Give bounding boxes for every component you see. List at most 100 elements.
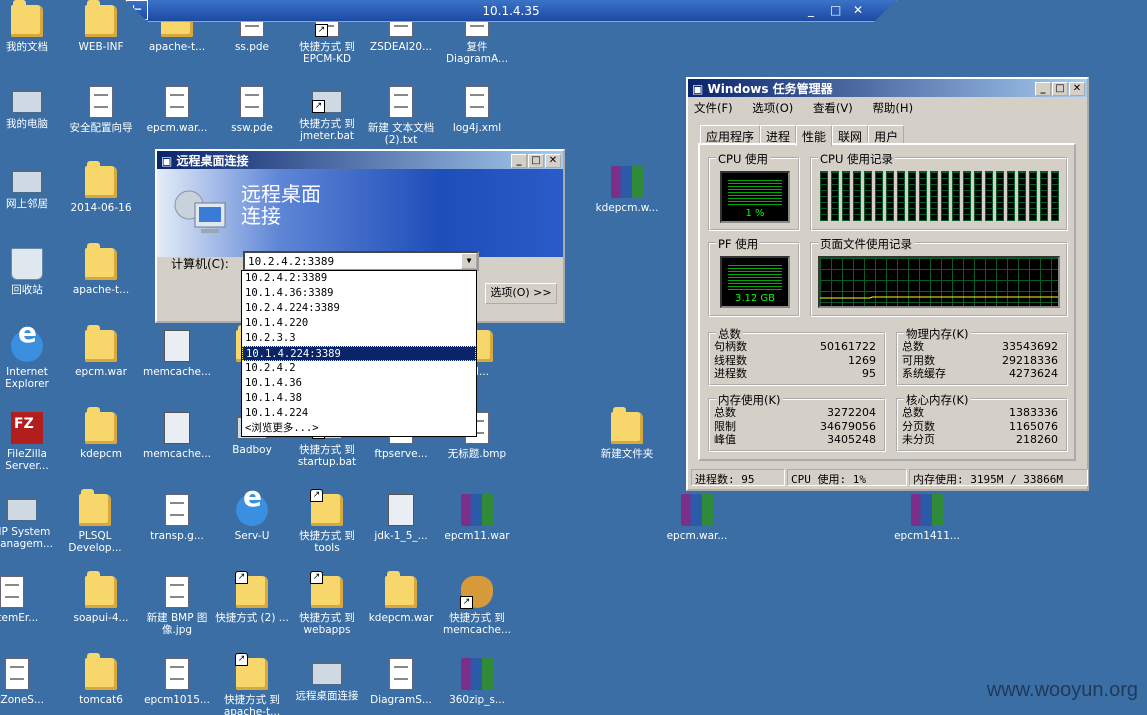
desktop-icon[interactable]: WEB-INF — [64, 0, 138, 53]
tab-networking[interactable]: 联网 — [832, 125, 869, 144]
desktop-icon[interactable]: 360zip_s... — [440, 658, 514, 706]
restore-button[interactable]: □ — [830, 3, 841, 17]
desktop-icon[interactable]: epcm1015... — [140, 658, 214, 706]
desktop-icon[interactable]: apache-t... — [64, 243, 138, 296]
desktop-icon[interactable]: HP System Managem... — [0, 494, 59, 550]
xml-icon — [465, 86, 489, 118]
desktop-icon-label: 快捷方式 到 apache-t... — [223, 694, 281, 715]
tab-applications[interactable]: 应用程序 — [700, 125, 761, 144]
desktop-icon[interactable]: soapui-4... — [64, 571, 138, 624]
desktop-icon[interactable]: ssw.pde — [215, 86, 289, 134]
desktop-icon[interactable]: 新建文件夹 — [590, 407, 664, 460]
dropdown-option[interactable]: 10.1.4.36 — [242, 376, 476, 391]
dropdown-option[interactable]: 10.2.3.3 — [242, 331, 476, 346]
desktop-icon[interactable]: Serv-U — [215, 491, 289, 542]
desktop-icon[interactable]: jdk-1_5_... — [364, 494, 438, 542]
desktop-icon[interactable]: tomcat6 — [64, 653, 138, 706]
desktop-icon[interactable]: 快捷方式 到 jmeter.bat — [290, 86, 364, 142]
desktop-icon[interactable]: epcm.war... — [140, 86, 214, 134]
close-button[interactable]: ✕ — [1069, 82, 1085, 96]
banner-line-1: 远程桌面 — [241, 182, 321, 206]
desktop-icon[interactable]: ystemEr... — [0, 576, 49, 624]
desktop-icon[interactable]: 快捷方式 到 apache-t... — [215, 653, 289, 715]
cpu-usage-label: CPU 使用 — [716, 151, 771, 167]
desktop-icon[interactable]: kdepcm.w... — [590, 166, 664, 214]
desktop-icon[interactable]: 安全配置向导 — [64, 86, 138, 134]
desktop-icon[interactable]: 快捷方式 到 webapps — [290, 571, 364, 636]
dropdown-option[interactable]: 10.2.4.2 — [242, 361, 476, 376]
cpu-history-bar — [897, 171, 905, 221]
desktop-icon-label: log4j.xml — [452, 122, 502, 134]
war-icon — [165, 658, 189, 690]
filezilla-icon — [11, 412, 43, 444]
computer-dropdown-list[interactable]: 10.2.4.2:3389 10.1.4.36:3389 10.2.4.224:33… — [241, 270, 477, 437]
folder-icon — [385, 571, 417, 608]
minimize-button[interactable]: _ — [511, 154, 527, 168]
desktop-icon[interactable]: 快捷方式 到 memcache... — [440, 576, 514, 636]
dropdown-option[interactable]: 10.1.4.220 — [242, 316, 476, 331]
kernel-memory-stats: 总数 1383336 分页数 1165076 未分页 218260 — [902, 406, 1062, 447]
desktop-icon[interactable]: otZoneS... — [0, 658, 54, 706]
desktop-icon[interactable]: epcm11.war — [440, 494, 514, 542]
rdp-title-bar[interactable]: ▣ 远程桌面连接 _ □ ✕ — [157, 151, 563, 169]
dropdown-option[interactable]: 10.1.4.224 — [242, 406, 476, 421]
chevron-down-icon[interactable]: ▼ — [461, 253, 477, 269]
desktop-icon[interactable]: 网上邻居 — [0, 166, 64, 210]
desktop-icon-label: Internet Explorer — [5, 366, 49, 390]
desktop-icon-label: Badboy — [232, 444, 272, 456]
desktop-icon[interactable]: 快捷方式 到 tools — [290, 489, 364, 554]
desktop-icon[interactable]: 新建 BMP 图像.jpg — [140, 576, 214, 636]
tab-performance[interactable]: 性能 — [796, 125, 833, 146]
servu-icon — [236, 491, 268, 526]
menu-options[interactable]: 选项(O) — [752, 101, 793, 115]
desktop-icon[interactable]: PLSQL Develop... — [58, 489, 132, 554]
maximize-button[interactable]: □ — [528, 154, 544, 168]
menu-file[interactable]: 文件(F) — [694, 101, 733, 115]
desktop-icon[interactable]: 我的电脑 — [0, 86, 64, 130]
desktop-icon[interactable]: transp.g... — [140, 494, 214, 542]
desktop-icon[interactable]: kdepcm.war — [364, 571, 438, 624]
dropdown-option[interactable]: 10.1.4.38 — [242, 391, 476, 406]
maximize-button[interactable]: □ — [1052, 82, 1068, 96]
dropdown-option[interactable]: 10.1.4.224:3389 — [242, 346, 476, 361]
desktop-icon[interactable]: DiagramS... — [364, 658, 438, 706]
desktop-icon[interactable]: 回收站 — [0, 248, 64, 296]
tab-users[interactable]: 用户 — [868, 125, 905, 144]
minimize-button[interactable]: _ — [1035, 82, 1051, 96]
desktop-icon[interactable]: 快捷方式 (2) ... — [215, 571, 289, 624]
desktop-icon[interactable]: 新建 文本文档 (2).txt — [364, 86, 438, 146]
desktop-icon[interactable]: 我的文档 — [0, 0, 64, 53]
options-button[interactable]: 选项(O) >> — [485, 283, 557, 304]
stat-row: 总数 3272204 — [714, 406, 880, 420]
cpu-history-bar — [842, 171, 850, 221]
menu-help[interactable]: 帮助(H) — [872, 101, 913, 115]
desktop-icon[interactable]: 2014-06-16 — [64, 161, 138, 214]
computer-combobox[interactable]: 10.2.4.2:3389 ▼ — [243, 251, 479, 271]
close-button[interactable]: ✕ — [853, 3, 863, 17]
menu-view[interactable]: 查看(V) — [813, 101, 853, 115]
folder-icon — [85, 161, 117, 198]
dropdown-option[interactable]: 10.1.4.36:3389 — [242, 286, 476, 301]
minimize-button[interactable]: _ — [808, 3, 814, 17]
stat-value: 1165076 — [1009, 419, 1058, 433]
close-button[interactable]: ✕ — [545, 154, 561, 168]
desktop-icon[interactable]: epcm.war... — [660, 494, 734, 542]
desktop-icon[interactable]: memcache... — [140, 330, 214, 378]
tab-processes[interactable]: 进程 — [760, 125, 797, 144]
desktop-icon-label: 回收站 — [11, 284, 43, 296]
desktop-icon[interactable]: kdepcm — [64, 407, 138, 460]
dropdown-option[interactable]: 10.2.4.2:3389 — [242, 271, 476, 286]
cpu-history-bar — [1029, 171, 1037, 221]
desktop-icon[interactable]: 远程桌面连接 — [290, 658, 364, 702]
desktop-icon[interactable]: epcm1411... — [890, 494, 964, 542]
desktop-icon[interactable]: epcm.war — [64, 325, 138, 378]
dropdown-option[interactable]: 10.2.4.224:3389 — [242, 301, 476, 316]
task-manager-title-bar[interactable]: ▣ Windows 任务管理器 _ □ ✕ — [688, 79, 1087, 97]
dropdown-option[interactable]: <浏览更多...> — [242, 421, 476, 436]
physical-memory-group: 物理内存(K) 总数 33543692 可用数 29218336 系统缓存 42736… — [896, 326, 1068, 386]
desktop-icon[interactable]: memcache... — [140, 412, 214, 460]
desktop-icon[interactable]: FileZilla Server... — [0, 412, 64, 472]
stat-value: 34679056 — [820, 419, 876, 433]
desktop-icon[interactable]: Internet Explorer — [0, 327, 64, 390]
desktop-icon[interactable]: log4j.xml — [440, 86, 514, 134]
